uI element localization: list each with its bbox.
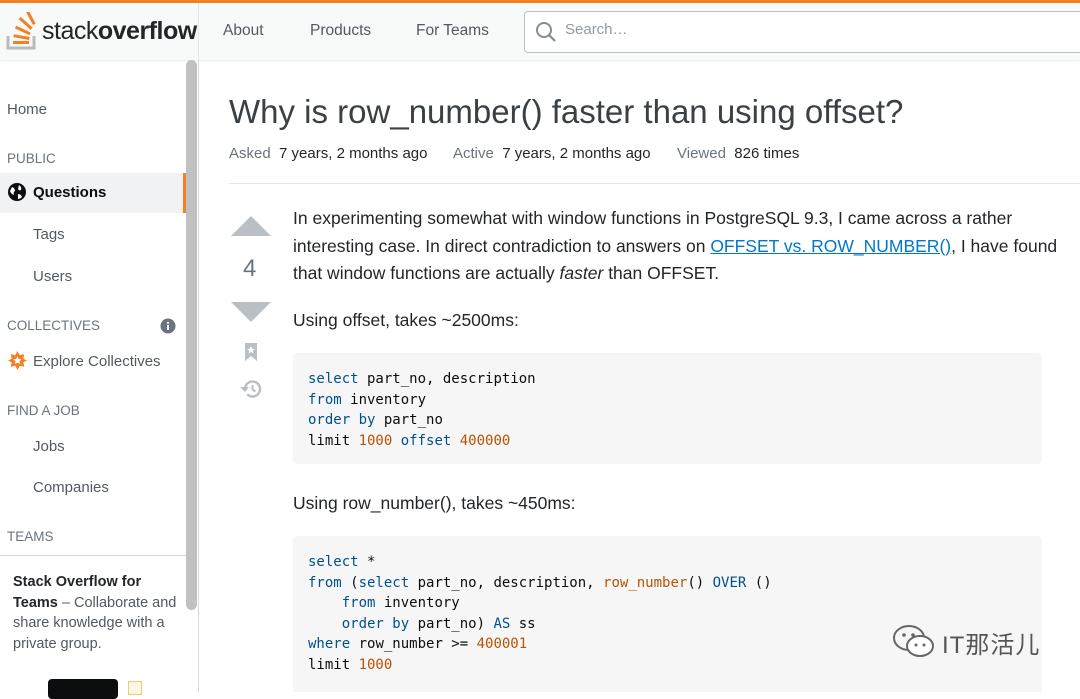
globe-icon [8,183,26,201]
sidebar-heading-teams: TEAMS [7,529,54,544]
meta-viewed-value: 826 times [734,145,800,162]
sidebar-item-questions[interactable]: Questions [0,173,186,213]
offset-vs-row-number-link[interactable]: OFFSET vs. ROW_NUMBER() [710,236,951,256]
code-line: select part_no, description [308,371,536,387]
stackoverflow-logo-icon [6,12,36,50]
teams-promo-text: Stack Overflow for Teams – Collaborate a… [13,574,177,652]
watermark: IT那活儿 [892,624,1040,660]
meta-active: Active 7 years, 2 months ago [453,145,651,162]
code-line: limit 1000 offset 400000 [308,432,511,449]
stackoverflow-logo[interactable]: stackoverflow [6,11,197,51]
downvote-arrow-icon[interactable] [231,301,271,323]
sidebar-item-jobs[interactable]: Jobs [33,438,65,455]
collectives-icon [8,351,27,370]
code-block-row-number: select * from (select part_no, descripti… [293,536,1042,692]
search-icon [536,22,556,42]
question-paragraph-1: In experimenting somewhat with window fu… [293,208,1058,283]
code-line: from (select part_no, description, row_n… [308,574,772,591]
upvote-arrow-icon[interactable] [231,215,271,237]
code-line: select * [308,554,376,570]
logo-text: stackoverflow [42,16,197,45]
title-divider [229,183,1080,184]
question-paragraph-3: Using row_number(), takes ~450ms: [293,493,576,513]
left-sidebar: Home PUBLIC Questions Tags Users COLLECT… [0,60,199,699]
code-line: from inventory [341,595,460,611]
meta-asked-label: Asked [229,145,271,162]
nav-about[interactable]: About [223,22,264,40]
wechat-icon [893,625,934,657]
teams-create-button[interactable] [48,679,118,699]
sidebar-scrollbar[interactable] [186,60,197,610]
sidebar-item-explore-collectives[interactable]: Explore Collectives [33,353,161,370]
meta-active-value[interactable]: 7 years, 2 months ago [502,145,650,162]
sidebar-heading-find-a-job: FIND A JOB [7,403,80,418]
search-input[interactable] [563,20,967,39]
sidebar-item-companies[interactable]: Companies [33,479,109,496]
nav-divider [198,3,199,60]
search-box[interactable] [524,11,1080,53]
code-block-offset: select part_no, description from invento… [293,353,1042,464]
sidebar-item-label: Questions [33,184,107,201]
question-title[interactable]: Why is row_number() faster than using of… [229,93,903,131]
code-line: order by part_no [308,412,443,428]
teams-why-icon[interactable] [128,681,142,695]
meta-asked: Asked 7 years, 2 months ago [229,145,427,162]
bookmark-icon[interactable] [244,343,258,361]
sidebar-item-users[interactable]: Users [33,268,72,285]
teams-promo: Stack Overflow for Teams – Collaborate a… [0,555,186,699]
top-bar: stackoverflow About Products For Teams [0,0,1080,60]
watermark-text: IT那活儿 [942,631,1041,659]
sidebar-heading-collectives: COLLECTIVES [7,318,101,333]
nav-for-teams[interactable]: For Teams [416,22,489,40]
code-line: from inventory [308,391,427,408]
question-paragraph-2: Using offset, takes ~2500ms: [293,310,519,330]
meta-active-label: Active [453,145,494,162]
meta-viewed-label: Viewed [677,145,726,162]
nav-products[interactable]: Products [310,22,371,40]
sidebar-heading-public: PUBLIC [7,151,56,166]
sidebar-item-home[interactable]: Home [7,101,47,118]
meta-viewed: Viewed 826 times [677,145,799,162]
info-icon[interactable] [160,318,176,334]
vote-count: 4 [243,255,257,282]
sidebar-item-tags[interactable]: Tags [33,226,65,243]
meta-asked-value: 7 years, 2 months ago [279,145,428,162]
history-icon[interactable] [239,378,263,400]
